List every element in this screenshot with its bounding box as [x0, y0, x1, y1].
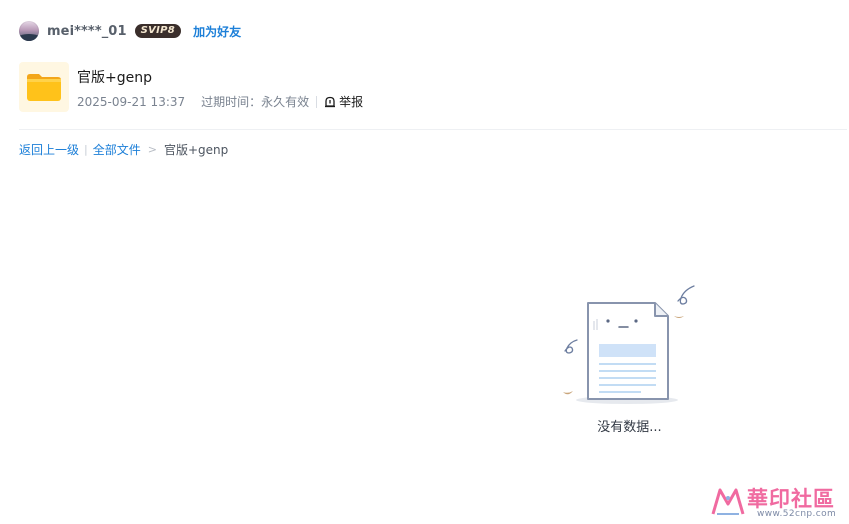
folder-thumbnail	[19, 62, 69, 112]
file-header: 官版+genp 2025-09-21 13:37 过期时间：永久有效 举报	[19, 62, 363, 112]
report-flag-icon	[325, 96, 336, 107]
meta-divider	[316, 95, 318, 108]
share-date: 2025-09-21 13:37	[77, 94, 186, 109]
avatar[interactable]	[19, 21, 39, 41]
sharer-info: mei****_01 SVIP8 加为好友	[19, 20, 241, 42]
back-link[interactable]: 返回上一级	[19, 142, 79, 158]
add-friend-button[interactable]: 加为好友	[193, 23, 241, 40]
divider	[19, 129, 847, 130]
username[interactable]: mei****_01	[47, 24, 127, 39]
watermark-url: www.52cnp.com	[757, 509, 837, 519]
file-meta: 2025-09-21 13:37 过期时间：永久有效 举报	[77, 93, 363, 110]
report-label: 举报	[339, 95, 364, 109]
empty-state: 没有数据...	[557, 283, 702, 435]
breadcrumb: 返回上一级 | 全部文件 > 官版+genp	[19, 142, 228, 158]
file-title: 官版+genp	[77, 70, 152, 86]
empty-document-illustration	[563, 285, 695, 404]
folder-icon	[27, 74, 61, 101]
vip-badge: SVIP8	[134, 24, 182, 38]
report-button[interactable]: 举报	[324, 93, 363, 110]
watermark-logo-icon	[711, 488, 745, 515]
watermark: 華印社區 www.52cnp.com	[709, 482, 841, 522]
file-info: 官版+genp 2025-09-21 13:37 过期时间：永久有效 举报	[77, 62, 363, 110]
expiry-text: 过期时间：永久有效	[201, 95, 310, 109]
empty-state-text: 没有数据...	[597, 420, 662, 435]
breadcrumb-separator: >	[147, 143, 157, 156]
all-files-link[interactable]: 全部文件	[93, 142, 141, 158]
breadcrumb-current: 官版+genp	[163, 143, 229, 157]
breadcrumb-bar: |	[84, 143, 88, 156]
share-page: mei****_01 SVIP8 加为好友 官版+genp 2025-09-21…	[0, 0, 849, 524]
